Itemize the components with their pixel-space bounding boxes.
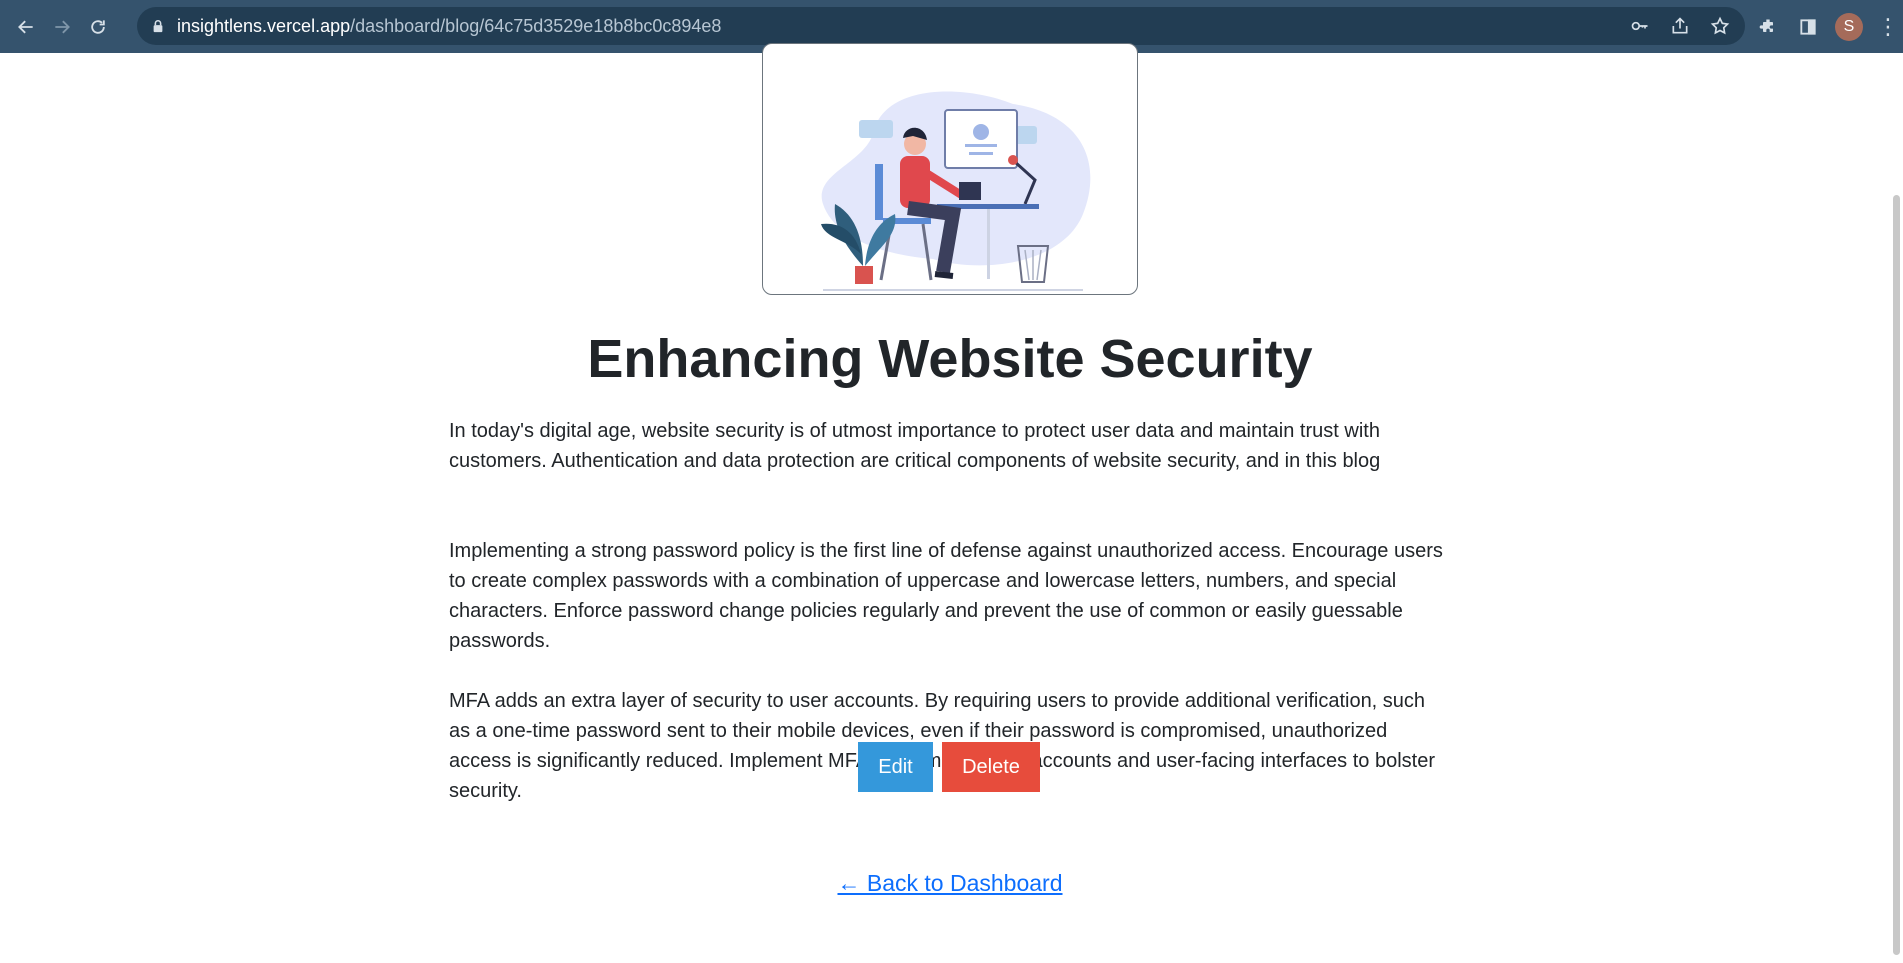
share-icon[interactable] bbox=[1669, 15, 1691, 37]
back-arrow-icon[interactable] bbox=[8, 9, 44, 45]
blog-cover-image bbox=[762, 43, 1138, 295]
back-to-dashboard-link[interactable]: ← Back to Dashboard bbox=[0, 870, 1900, 897]
blog-title: Enhancing Website Security bbox=[587, 329, 1313, 389]
key-icon[interactable] bbox=[1629, 15, 1651, 37]
address-bar[interactable]: insightlens.vercel.app/dashboard/blog/64… bbox=[137, 7, 1745, 45]
delete-button[interactable]: Delete bbox=[942, 742, 1040, 792]
blog-paragraph-2: Implementing a strong password policy is… bbox=[449, 540, 1443, 652]
forward-arrow-icon[interactable] bbox=[44, 9, 80, 45]
page-scrollbar[interactable] bbox=[1890, 53, 1903, 963]
blog-paragraph-1: In today's digital age, website security… bbox=[449, 420, 1381, 472]
page-content: Enhancing Website Security In today's di… bbox=[0, 43, 1890, 963]
scrollbar-thumb[interactable] bbox=[1893, 195, 1900, 955]
side-panel-icon[interactable] bbox=[1795, 14, 1821, 40]
edit-button[interactable]: Edit bbox=[858, 742, 933, 792]
star-icon[interactable] bbox=[1709, 15, 1731, 37]
menu-dots-icon[interactable]: ⋮ bbox=[1877, 15, 1899, 38]
reload-icon[interactable] bbox=[80, 9, 116, 45]
url-text[interactable]: insightlens.vercel.app/dashboard/blog/64… bbox=[177, 16, 721, 37]
lock-icon bbox=[153, 20, 163, 33]
extensions-icon[interactable] bbox=[1755, 14, 1781, 40]
profile-avatar[interactable]: S bbox=[1835, 12, 1863, 41]
